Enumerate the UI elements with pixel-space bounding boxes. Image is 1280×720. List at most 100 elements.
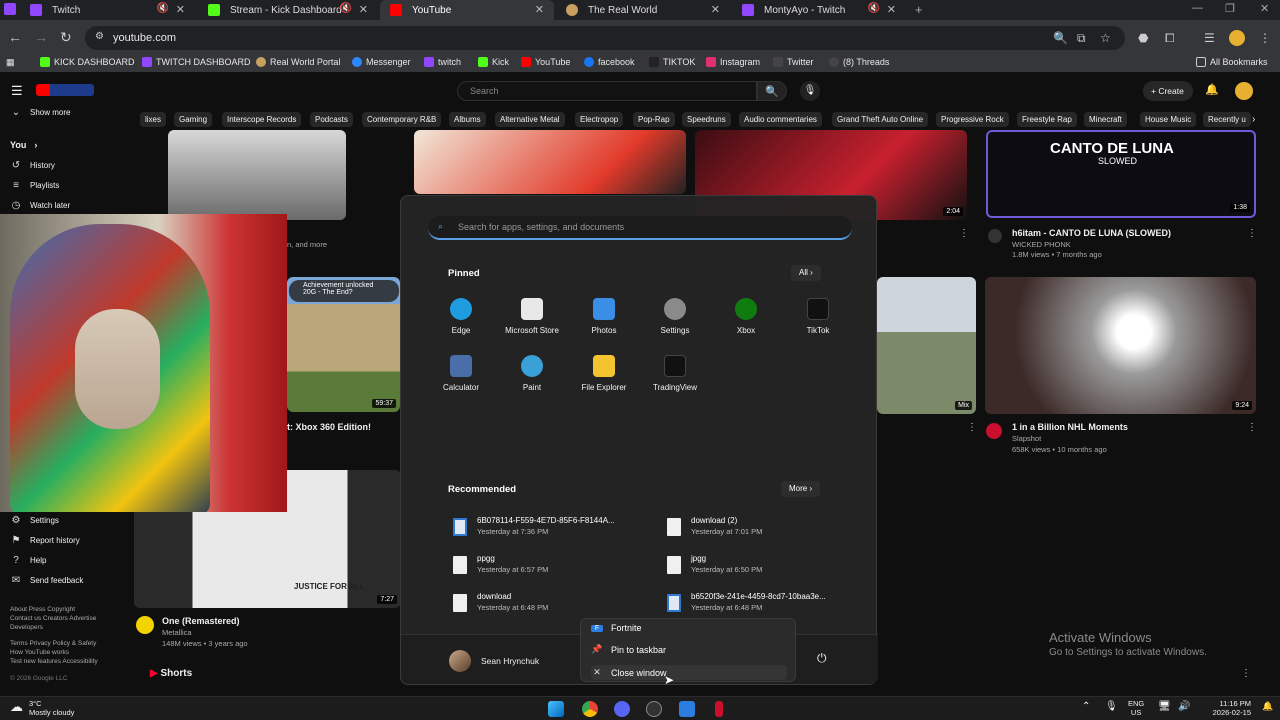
footer-links[interactable]: How YouTube works	[10, 649, 69, 656]
more-actions-icon[interactable]: ⋮	[1247, 422, 1257, 433]
sidebar-item-send-feedback[interactable]: ✉ Send feedback	[10, 575, 84, 586]
pinned-app-paint[interactable]: Paint	[496, 355, 568, 392]
bookmark-threads[interactable]: (8) Threads	[829, 57, 889, 67]
site-info-icon[interactable]: ⚙	[95, 31, 104, 42]
bookmark-kick[interactable]: Kick	[478, 57, 509, 67]
recommended-item[interactable]: download (2) Yesterday at 7:01 PM	[667, 516, 762, 536]
close-window-item[interactable]: ✕ Close window	[591, 665, 787, 680]
app-icon[interactable]	[715, 701, 723, 717]
video-thumbnail[interactable]: 9:24	[985, 277, 1256, 414]
user-name[interactable]: Sean Hrynchuk	[481, 656, 539, 666]
chip[interactable]: Alternative Metal	[495, 112, 565, 127]
sidebar-item-help[interactable]: ? Help	[10, 555, 46, 566]
search-icon[interactable]: 🔍	[757, 81, 787, 101]
bookmark-star-icon[interactable]: ☆	[1100, 31, 1111, 45]
reload-icon[interactable]: ↻	[60, 29, 72, 46]
chip[interactable]: Contemporary R&B	[362, 112, 442, 127]
bookmark-instagram[interactable]: Instagram	[706, 57, 760, 67]
sidebar-item-watch-later[interactable]: ◷ Watch later	[10, 200, 71, 211]
back-icon[interactable]: ←	[8, 29, 22, 45]
sidebar-item-report-history[interactable]: ⚑ Report history	[10, 535, 80, 546]
fortnite-icon[interactable]	[679, 701, 695, 717]
channel-name[interactable]: Slapshot	[1012, 434, 1041, 443]
footer-links[interactable]: Test new features Accessibility	[10, 658, 98, 665]
start-search-input[interactable]: ⌕ Search for apps, settings, and documen…	[428, 216, 852, 240]
close-tab-icon[interactable]: ✕	[711, 3, 720, 16]
bookmark-messenger[interactable]: Messenger	[352, 57, 411, 67]
bookmark-facebook[interactable]: facebook	[584, 57, 635, 67]
channel-avatar[interactable]	[136, 616, 154, 634]
chip[interactable]: Minecraft	[1084, 112, 1127, 127]
pinned-app-xbox[interactable]: Xbox	[710, 298, 782, 335]
chip[interactable]: Interscope Records	[222, 112, 302, 127]
bookmark-twitch-dashboard[interactable]: TWITCH DASHBOARD	[142, 57, 251, 67]
chip[interactable]: Podcasts	[310, 112, 353, 127]
more-actions-icon[interactable]: ⋮	[959, 228, 969, 239]
channel-avatar[interactable]	[986, 423, 1002, 439]
more-button[interactable]: More ›	[781, 481, 821, 497]
bookmark-youtube[interactable]: YouTube	[521, 57, 570, 67]
footer-links[interactable]: Developers	[10, 624, 43, 631]
you-section-header[interactable]: You ›	[10, 140, 37, 150]
new-tab-button[interactable]: +	[915, 2, 923, 17]
recommended-item[interactable]: download Yesterday at 6:48 PM	[453, 592, 548, 612]
close-tab-icon[interactable]: ✕	[535, 3, 544, 16]
muted-icon[interactable]: 🔇	[340, 3, 352, 14]
chip[interactable]: Freestyle Rap	[1017, 112, 1077, 127]
account-avatar[interactable]	[1235, 82, 1253, 100]
extension-puzzle-icon[interactable]: ⬣	[1138, 31, 1148, 45]
chip[interactable]: Gaming	[174, 112, 213, 127]
pinned-app-settings[interactable]: Settings	[639, 298, 711, 335]
youtube-search-input[interactable]: Search	[457, 81, 757, 101]
zoom-icon[interactable]: 🔍	[1053, 31, 1068, 45]
video-title[interactable]: h6itam - CANTO DE LUNA (SLOWED)	[1012, 228, 1171, 238]
bookmark-kick-dashboard[interactable]: KICK DASHBOARD	[40, 57, 135, 67]
bookmark-twitter[interactable]: Twitter	[773, 57, 814, 67]
cast-icon[interactable]: ⧉	[1077, 31, 1086, 46]
footer-links[interactable]: Contact us Creators Advertise	[10, 615, 96, 622]
tab-kick-dashboard[interactable]: Stream - Kick Dashboard 🔇 ✕	[198, 0, 378, 20]
pinned-app-photos[interactable]: Photos	[568, 298, 640, 335]
chip[interactable]: Speedruns	[682, 112, 731, 127]
url-bar[interactable]: ⚙ youtube.com	[85, 26, 1125, 50]
notifications-bell-icon[interactable]: 🔔	[1205, 83, 1219, 96]
all-apps-button[interactable]: All ›	[791, 265, 821, 281]
discord-icon[interactable]	[614, 701, 630, 717]
user-avatar[interactable]	[449, 650, 471, 672]
muted-icon[interactable]: 🔇	[868, 3, 880, 14]
pin-to-taskbar-item[interactable]: 📌 Pin to taskbar	[591, 644, 666, 655]
pinned-app-calculator[interactable]: Calculator	[425, 355, 497, 392]
close-tab-icon[interactable]: ✕	[887, 3, 896, 16]
browser-menu-icon[interactable]	[4, 3, 16, 15]
chip[interactable]: House Music	[1140, 112, 1197, 127]
tab-youtube[interactable]: YouTube ✕	[380, 0, 554, 20]
recommended-item[interactable]: 6B078114-F559-4E7D-85F6-F8144A... Yesterd…	[453, 516, 615, 536]
chip[interactable]: Progressive Rock	[936, 112, 1009, 127]
video-thumbnail[interactable]: Mix	[877, 277, 976, 414]
minimize-button[interactable]: —	[1192, 2, 1203, 14]
clock[interactable]: 11:16 PM 2026-02-15	[1199, 699, 1251, 717]
video-thumbnail[interactable]	[414, 130, 686, 194]
chip[interactable]: Albums	[449, 112, 486, 127]
forward-icon[interactable]: →	[34, 29, 48, 45]
voice-search-icon[interactable]: 🎙	[800, 81, 820, 101]
chip[interactable]: Pop-Rap	[633, 112, 675, 127]
more-actions-icon[interactable]: ⋮	[967, 422, 977, 433]
pinned-app-tiktok[interactable]: TikTok	[782, 298, 854, 335]
tab-twitch[interactable]: Twitch 🔇 ✕	[20, 0, 195, 20]
pinned-app-tradingview[interactable]: TradingView	[639, 355, 711, 392]
youtube-logo[interactable]	[36, 84, 94, 96]
muted-icon[interactable]: 🔇	[157, 3, 169, 14]
pinned-app-edge[interactable]: Edge	[425, 298, 497, 335]
close-window-button[interactable]: ✕	[1260, 2, 1269, 15]
chrome-icon[interactable]	[582, 701, 598, 717]
profile-avatar[interactable]	[1229, 30, 1245, 46]
chip[interactable]: Electropop	[575, 112, 624, 127]
language-indicator[interactable]: ENG US	[1128, 699, 1144, 717]
bookmark-real-world-portal[interactable]: Real World Portal	[256, 57, 340, 67]
recommended-item[interactable]: b6520f3e-241e-4459-8cd7-10baa3e... Yester…	[667, 592, 826, 612]
hamburger-menu-icon[interactable]: ☰	[11, 83, 23, 99]
video-title[interactable]: 1 in a Billion NHL Moments	[1012, 422, 1128, 432]
more-actions-icon[interactable]: ⋮	[1241, 668, 1251, 679]
close-tab-icon[interactable]: ✕	[359, 3, 368, 16]
